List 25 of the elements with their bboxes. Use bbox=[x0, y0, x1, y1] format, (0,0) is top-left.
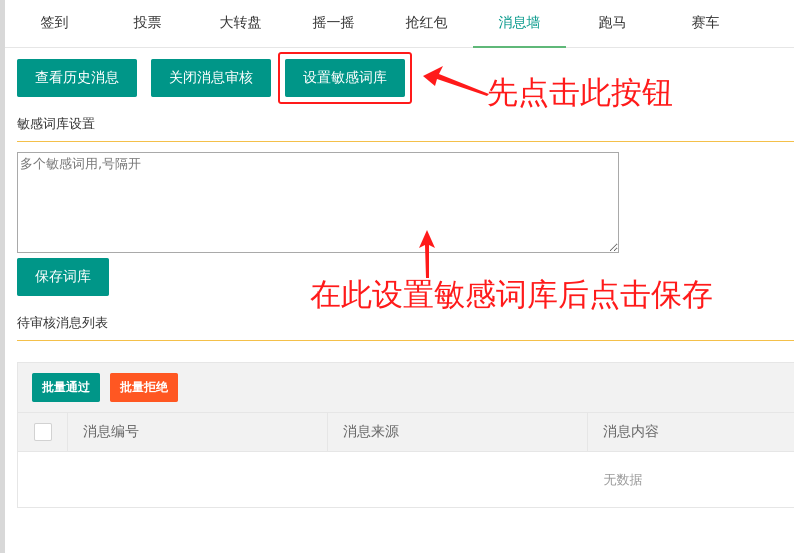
select-all-checkbox[interactable] bbox=[34, 423, 52, 441]
tab[interactable]: 签到 bbox=[8, 0, 101, 48]
arrow-icon bbox=[423, 66, 489, 96]
action-button[interactable]: 查看历史消息 bbox=[17, 59, 137, 97]
tab[interactable]: 大转盘 bbox=[194, 0, 287, 48]
arrow-icon bbox=[419, 230, 435, 278]
annotation-text: 先点击此按钮 bbox=[487, 74, 673, 113]
tab[interactable]: 投票 bbox=[101, 0, 194, 48]
column-header: 消息编号 bbox=[68, 413, 328, 451]
tab[interactable]: 摇一摇 bbox=[287, 0, 380, 48]
save-button[interactable]: 保存词库 bbox=[17, 258, 109, 296]
column-header: 消息内容 bbox=[588, 413, 794, 451]
batch-button[interactable]: 批量通过 bbox=[32, 373, 100, 402]
tab[interactable]: 抢红包 bbox=[380, 0, 473, 48]
word-list-field[interactable]: 多个敏感词用,号隔开 bbox=[17, 152, 619, 253]
section-title: 待审核消息列表 bbox=[17, 315, 109, 332]
annotation-text: 在此设置敏感词库后点击保存 bbox=[310, 276, 713, 315]
tab[interactable]: 赛车 bbox=[659, 0, 752, 48]
tab[interactable]: 跑马 bbox=[566, 0, 659, 48]
action-button[interactable]: 设置敏感词库 bbox=[285, 59, 405, 97]
action-button[interactable]: 关闭消息审核 bbox=[151, 59, 271, 97]
empty-message: 无数据 bbox=[604, 472, 642, 488]
section-title: 敏感词库设置 bbox=[17, 116, 96, 133]
column-header: 消息来源 bbox=[328, 413, 588, 451]
tab[interactable]: 消息墙 bbox=[473, 0, 566, 48]
